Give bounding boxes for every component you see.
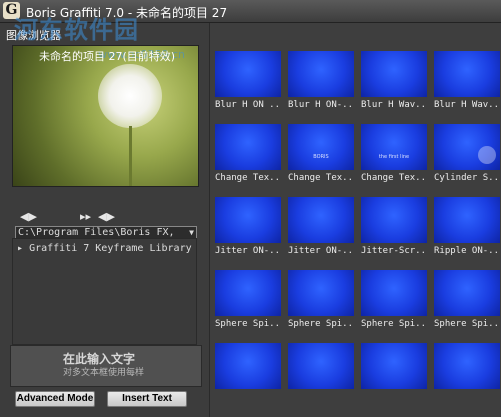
effect-tile[interactable]: the first line Change Tex... — [361, 124, 427, 183]
effect-tile[interactable] — [288, 343, 354, 392]
effect-thumbnail[interactable] — [288, 270, 354, 316]
effect-label: Blur H Wav... — [361, 100, 427, 110]
effect-label: Ripple ON-... — [434, 246, 500, 256]
effect-label: Sphere Spi... — [434, 319, 500, 329]
effect-tile[interactable] — [361, 343, 427, 392]
effect-label: Change Tex... — [361, 173, 427, 183]
effect-thumbnail[interactable] — [215, 124, 281, 170]
thumbnail-text: BORIS — [313, 154, 329, 160]
effect-thumbnail[interactable] — [434, 124, 500, 170]
effect-thumbnail[interactable] — [434, 51, 500, 97]
effect-thumbnail[interactable] — [361, 343, 427, 389]
effects-library-panel: Blur H ON ... Blur H ON-... Blur H Wav... B… — [209, 23, 501, 417]
effect-thumbnail[interactable] — [434, 270, 500, 316]
dandelion-stem — [129, 126, 132, 186]
window-title: Boris Graffiti 7.0 - 未命名的项目 27 — [26, 6, 228, 20]
effect-thumbnail[interactable] — [215, 51, 281, 97]
effect-tile[interactable]: Blur H Wav... — [434, 51, 500, 110]
effect-thumbnail[interactable] — [434, 343, 500, 389]
effect-tile[interactable]: Sphere Spi... — [361, 270, 427, 329]
text-entry-box[interactable]: 在此输入文字 对多文本框使用每样 — [10, 345, 202, 387]
app-logo-icon: G — [3, 2, 20, 19]
effect-label: Blur H ON ... — [215, 100, 281, 110]
advanced-mode-button[interactable]: Advanced Mode — [15, 391, 95, 407]
dandelion-image — [98, 64, 162, 128]
effect-tile[interactable]: Jitter ON-... — [215, 197, 281, 256]
effect-label: Blur H Wav... — [434, 100, 500, 110]
effect-tile[interactable]: Sphere Spi... — [434, 270, 500, 329]
thumbnail-text: the first line — [378, 154, 410, 160]
effect-label: Jitter ON-... — [215, 246, 281, 256]
effect-label: Sphere Spi... — [215, 319, 281, 329]
preview-window: 未命名的项目 27(目前特效) — [12, 45, 199, 187]
effect-tile[interactable]: Cylinder S... — [434, 124, 500, 183]
effect-tile[interactable]: Blur H Wav... — [361, 51, 427, 110]
effect-thumbnail[interactable] — [361, 51, 427, 97]
effect-thumbnail[interactable] — [215, 270, 281, 316]
effect-label: Sphere Spi... — [288, 319, 354, 329]
insert-text-button[interactable]: Insert Text — [107, 391, 187, 407]
effect-thumbnail[interactable] — [288, 51, 354, 97]
text-entry-hint: 对多文本框使用每样 — [63, 368, 145, 378]
effect-thumbnail[interactable] — [434, 197, 500, 243]
effect-tile[interactable] — [215, 343, 281, 392]
tree-item-label: Graffiti 7 Keyframe Library — [29, 243, 192, 254]
effect-tile[interactable]: Blur H ON ... — [215, 51, 281, 110]
preview-caption: 未命名的项目 27(目前特效) — [39, 50, 176, 63]
effect-tile[interactable]: Ripple ON-... — [434, 197, 500, 256]
effect-thumbnail[interactable]: the first line — [361, 124, 427, 170]
library-tree: ▸ Graffiti 7 Keyframe Library — [12, 238, 197, 345]
panel-header: 图像浏览器 — [6, 29, 61, 42]
effect-thumbnail[interactable] — [288, 197, 354, 243]
effect-label: Change Tex... — [288, 173, 354, 183]
tree-expand-icon[interactable]: ▸ — [17, 243, 23, 254]
left-panel: 图像浏览器 未命名的项目 27(目前特效) ◀▶ ▸▸ ◀▶ C:\Progra… — [0, 23, 209, 417]
effect-thumbnail[interactable] — [361, 197, 427, 243]
thumbnail-shape — [478, 146, 496, 164]
title-bar: G Boris Graffiti 7.0 - 未命名的项目 27 — [0, 0, 501, 23]
loop-button[interactable]: ◀▶ — [98, 210, 115, 223]
effect-label: Sphere Spi... — [361, 319, 427, 329]
effect-tile[interactable]: Sphere Spi... — [288, 270, 354, 329]
effect-label: Change Tex... — [215, 173, 281, 183]
effect-tile[interactable]: Sphere Spi... — [215, 270, 281, 329]
effect-thumbnail[interactable] — [361, 270, 427, 316]
effect-tile[interactable]: BORIS Change Tex... — [288, 124, 354, 183]
effect-label: Jitter-Scr... — [361, 246, 427, 256]
effect-label: Cylinder S... — [434, 173, 500, 183]
step-forward-button[interactable]: ▸▸ — [80, 210, 91, 223]
effect-label: Jitter ON-... — [288, 246, 354, 256]
effect-thumbnail[interactable] — [288, 343, 354, 389]
effect-tile[interactable]: Change Tex... — [215, 124, 281, 183]
effect-tile[interactable]: Jitter-Scr... — [361, 197, 427, 256]
effect-tile[interactable] — [434, 343, 500, 392]
effect-tile[interactable]: Jitter ON-... — [288, 197, 354, 256]
effect-thumbnail[interactable]: BORIS — [288, 124, 354, 170]
effect-label: Blur H ON-... — [288, 100, 354, 110]
play-button[interactable]: ◀▶ — [20, 210, 37, 223]
effect-thumbnail[interactable] — [215, 197, 281, 243]
tree-item-keyframe-library[interactable]: ▸ Graffiti 7 Keyframe Library — [17, 243, 192, 254]
effect-tile[interactable]: Blur H ON-... — [288, 51, 354, 110]
effect-thumbnail[interactable] — [215, 343, 281, 389]
